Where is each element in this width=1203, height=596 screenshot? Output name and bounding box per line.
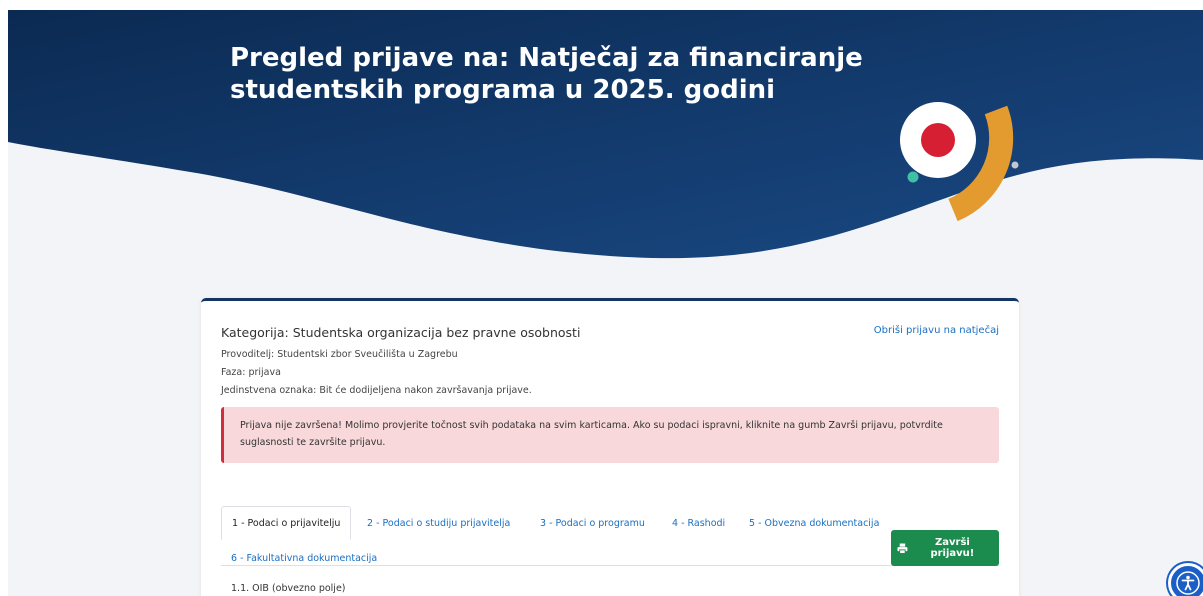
- application-provider: Provoditelj: Studentski zbor Sveučilišta…: [221, 349, 458, 360]
- delete-application-link[interactable]: Obriši prijavu na natječaj: [874, 325, 999, 336]
- application-category: Kategorija: Studentska organizacija bez …: [221, 325, 581, 340]
- tab-fakultativna-dokumentacija[interactable]: 6 - Fakultativna dokumentacija: [231, 553, 377, 564]
- application-phase: Faza: prijava: [221, 367, 281, 378]
- accessibility-icon: [1176, 571, 1200, 595]
- accessibility-button[interactable]: [1168, 563, 1203, 596]
- printer-icon: [897, 543, 908, 554]
- tab-obvezna-dokumentacija[interactable]: 5 - Obvezna dokumentacija: [749, 518, 879, 529]
- page-frame: Pregled prijave na: Natječaj za financir…: [8, 10, 1203, 596]
- alert-text: Prijava nije završena! Molimo provjerite…: [240, 420, 943, 448]
- application-identifier: Jedinstvena oznaka: Bit će dodijeljena n…: [221, 385, 532, 396]
- incomplete-application-alert: Prijava nije završena! Molimo provjerite…: [221, 407, 999, 463]
- tab-rashodi[interactable]: 4 - Rashodi: [672, 518, 725, 529]
- tab-podaci-o-prijavitelju[interactable]: 1 - Podaci o prijavitelju: [221, 506, 352, 540]
- tabs-divider: [221, 565, 999, 566]
- finish-application-button[interactable]: Završi prijavu!: [891, 530, 999, 566]
- page-title: Pregled prijave na: Natječaj za financir…: [230, 43, 863, 105]
- tab-podaci-o-studiju[interactable]: 2 - Podaci o studiju prijavitelja: [367, 518, 510, 529]
- finish-button-label: Završi prijavu!: [930, 537, 975, 559]
- application-card: Kategorija: Studentska organizacija bez …: [201, 298, 1019, 596]
- oib-field-label: 1.1. OIB (obvezno polje): [231, 583, 346, 594]
- tab-podaci-o-programu[interactable]: 3 - Podaci o programu: [540, 518, 645, 529]
